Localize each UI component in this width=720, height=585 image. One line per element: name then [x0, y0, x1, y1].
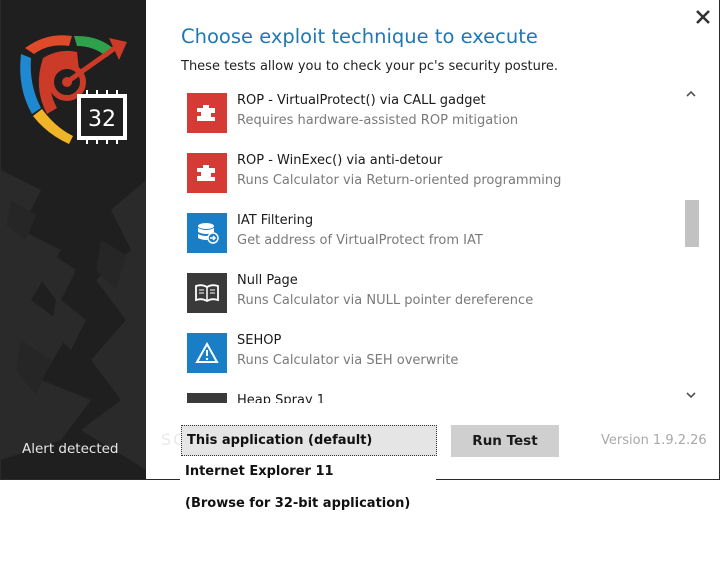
test-list-scrollbar[interactable]: [683, 85, 699, 403]
close-button[interactable]: [692, 6, 714, 28]
puzzle-icon: [187, 93, 227, 133]
dropdown-option-ie11[interactable]: Internet Explorer 11: [185, 464, 334, 479]
alert-status: Alert detected: [22, 441, 119, 457]
test-item-heap-spray[interactable]: Heap Spray 1: [187, 393, 677, 403]
database-icon: [187, 213, 227, 253]
app-logo-icon: 32: [20, 35, 127, 144]
test-item-iat-filtering[interactable]: IAT Filtering Get address of VirtualProt…: [187, 213, 677, 261]
stack-icon: [187, 393, 227, 403]
test-description: Get address of VirtualProtect from IAT: [237, 233, 483, 248]
logo-badge-text: 32: [88, 107, 116, 132]
test-description: Runs Calculator via NULL pointer derefer…: [237, 293, 534, 308]
page-subtitle: These tests allow you to check your pc's…: [181, 59, 559, 74]
run-test-button[interactable]: Run Test: [451, 425, 559, 457]
app-window: 32 Alert detected Choose exploit techniq…: [0, 0, 720, 480]
chevron-up-icon: [686, 90, 696, 97]
test-title: IAT Filtering: [237, 213, 314, 228]
chevron-down-icon: [686, 391, 696, 398]
sidebar: 32 Alert detected: [1, 0, 146, 479]
test-description: Runs Calculator via SEH overwrite: [237, 353, 459, 368]
close-icon: [696, 10, 710, 24]
test-title: Heap Spray 1: [237, 393, 326, 403]
test-title: Null Page: [237, 273, 298, 288]
test-title: ROP - VirtualProtect() via CALL gadget: [237, 93, 486, 108]
scroll-down-button[interactable]: [683, 387, 699, 403]
version-label: Version 1.9.2.26: [601, 433, 707, 448]
target-application-options: Internet Explorer 11 (Browse for 32-bit …: [180, 456, 436, 520]
test-item-rop-winexec[interactable]: ROP - WinExec() via anti-detour Runs Cal…: [187, 153, 677, 201]
target-application-dropdown[interactable]: This application (default): [181, 425, 437, 456]
page-title: Choose exploit technique to execute: [181, 25, 538, 48]
scroll-up-button[interactable]: [683, 85, 699, 101]
scrollbar-thumb[interactable]: [685, 200, 699, 247]
test-list: ROP - VirtualProtect() via CALL gadget R…: [181, 83, 701, 403]
test-description: Requires hardware-assisted ROP mitigatio…: [237, 113, 519, 128]
test-item-rop-virtualprotect[interactable]: ROP - VirtualProtect() via CALL gadget R…: [187, 93, 677, 141]
test-title: SEHOP: [237, 333, 282, 348]
test-title: ROP - WinExec() via anti-detour: [237, 153, 443, 168]
test-description: Runs Calculator via Return-oriented prog…: [237, 173, 562, 188]
book-icon: [187, 273, 227, 313]
dropdown-option-browse[interactable]: (Browse for 32-bit application): [185, 496, 410, 511]
test-item-sehop[interactable]: SEHOP Runs Calculator via SEH overwrite: [187, 333, 677, 381]
warning-icon: [187, 333, 227, 373]
test-item-null-page[interactable]: Null Page Runs Calculator via NULL point…: [187, 273, 677, 321]
puzzle-icon: [187, 153, 227, 193]
